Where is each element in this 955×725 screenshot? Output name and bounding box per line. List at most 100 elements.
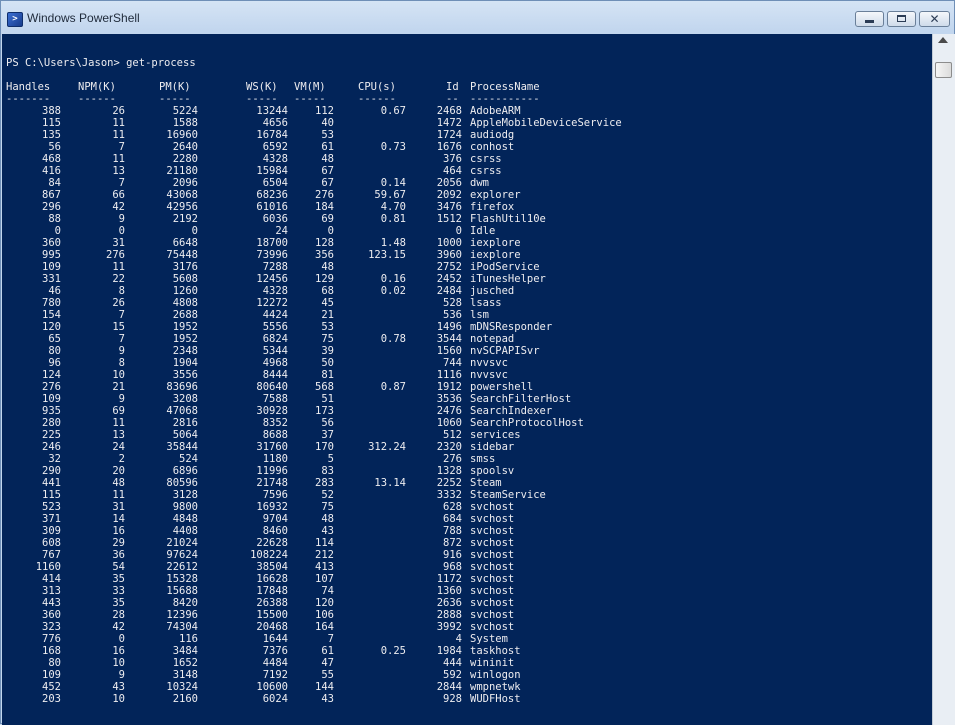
cell-id: 4 (455, 633, 462, 645)
cell-process: nvvsvc (470, 357, 508, 369)
cell-npm: 11 (112, 117, 125, 129)
cell-id: 3960 (436, 249, 462, 261)
cell-process: explorer (470, 189, 521, 201)
cell-process: csrss (470, 153, 502, 165)
cell-npm: 16 (112, 525, 125, 537)
cell-pm: 524 (179, 453, 198, 465)
cell-npm: 11 (112, 417, 125, 429)
cell-ws: 6504 (262, 177, 288, 189)
table-row: 168 16 3484 7376 61 0.25 1984 taskhost (2, 645, 932, 657)
cell-npm: 10 (112, 657, 125, 669)
column-header-cpu: CPU(s) (358, 81, 396, 93)
cell-npm: 7 (118, 141, 125, 153)
header-underline: ------ (358, 93, 396, 105)
cell-id: 276 (443, 453, 462, 465)
minimize-button[interactable] (855, 11, 884, 27)
table-row: 109 9 3208 7588 51 3536 SearchFilterHost (2, 393, 932, 405)
cell-pm: 22612 (166, 561, 198, 573)
cell-npm: 22 (112, 273, 125, 285)
header-underline: ----- (294, 93, 326, 105)
cell-npm: 9 (118, 213, 125, 225)
column-header-handles: Handles (6, 81, 51, 93)
cell-handles: 280 (42, 417, 61, 429)
table-row: 776 0 116 1644 7 4 System (2, 633, 932, 645)
cell-npm: 7 (118, 309, 125, 321)
cell-handles: 276 (42, 381, 61, 393)
column-header-vm: VM(M) (294, 81, 326, 93)
cell-vm: 43 (321, 693, 334, 705)
cell-process: wmpnetwk (470, 681, 521, 693)
cell-vm: 120 (315, 597, 334, 609)
table-row: 323 42 74304 20468 164 3992 svchost (2, 621, 932, 633)
cell-ws: 1644 (262, 633, 288, 645)
cell-id: 1512 (436, 213, 462, 225)
cell-handles: 84 (48, 177, 61, 189)
cell-cpu: 0.81 (380, 213, 406, 225)
cell-npm: 35 (112, 573, 125, 585)
cell-npm: 13 (112, 165, 125, 177)
cell-id: 744 (443, 357, 462, 369)
cell-handles: 416 (42, 165, 61, 177)
cell-ws: 5344 (262, 345, 288, 357)
cell-vm: 212 (315, 549, 334, 561)
cell-process: svchost (470, 573, 515, 585)
cell-id: 3544 (436, 333, 462, 345)
cell-handles: 309 (42, 525, 61, 537)
cell-pm: 35844 (166, 441, 198, 453)
cell-ws: 38504 (256, 561, 288, 573)
cell-ws: 1180 (262, 453, 288, 465)
cell-id: 2888 (436, 609, 462, 621)
table-row: 414 35 15328 16628 107 1172 svchost (2, 573, 932, 585)
powershell-icon[interactable]: > (7, 12, 23, 27)
close-button[interactable]: ✕ (919, 11, 950, 27)
cell-id: 3476 (436, 201, 462, 213)
cell-id: 464 (443, 165, 462, 177)
cell-ws: 12272 (256, 297, 288, 309)
close-icon: ✕ (929, 12, 940, 26)
cell-handles: 331 (42, 273, 61, 285)
table-row: 109 9 3148 7192 55 592 winlogon (2, 669, 932, 681)
cell-pm: 2160 (172, 693, 198, 705)
cell-process: AdobeARM (470, 105, 521, 117)
table-row: 331 22 5608 12456 129 0.16 2452 iTunesHelper (2, 273, 932, 285)
cell-ws: 8460 (262, 525, 288, 537)
cell-cpu: 0.02 (380, 285, 406, 297)
cell-process: System (470, 633, 508, 645)
cell-ws: 7376 (262, 645, 288, 657)
cell-npm: 0 (118, 225, 125, 237)
cell-npm: 31 (112, 237, 125, 249)
console-output[interactable]: PS C:\Users\Jason> get-process Handles --… (2, 34, 932, 725)
cell-ws: 7596 (262, 489, 288, 501)
cell-vm: 128 (315, 237, 334, 249)
cell-vm: 56 (321, 417, 334, 429)
cell-vm: 37 (321, 429, 334, 441)
cell-npm: 16 (112, 645, 125, 657)
cell-pm: 1588 (172, 117, 198, 129)
cell-id: 1000 (436, 237, 462, 249)
cell-process: spoolsv (470, 465, 515, 477)
cell-npm: 11 (112, 129, 125, 141)
cell-cpu: 59.67 (374, 189, 406, 201)
table-row: 371 14 4848 9704 48 684 svchost (2, 513, 932, 525)
cell-handles: 608 (42, 537, 61, 549)
cell-process: sidebar (470, 441, 515, 453)
cell-process: notepad (470, 333, 515, 345)
cell-pm: 2688 (172, 309, 198, 321)
cell-vm: 129 (315, 273, 334, 285)
cell-pm: 2816 (172, 417, 198, 429)
scrollbar-thumb[interactable] (935, 62, 952, 78)
maximize-button[interactable] (887, 11, 916, 27)
cell-pm: 1952 (172, 321, 198, 333)
cell-npm: 9 (118, 393, 125, 405)
cell-npm: 54 (112, 561, 125, 573)
cell-ws: 4656 (262, 117, 288, 129)
scroll-up-arrow-icon[interactable] (938, 37, 948, 43)
window-title: Windows PowerShell (27, 11, 140, 25)
cell-handles: 88 (48, 213, 61, 225)
cell-vm: 7 (327, 633, 334, 645)
cell-npm: 7 (118, 177, 125, 189)
vertical-scrollbar[interactable] (932, 34, 955, 725)
title-bar[interactable]: > Windows PowerShell ✕ (1, 1, 954, 35)
cell-process: FlashUtil10e (470, 213, 546, 225)
cell-pm: 74304 (166, 621, 198, 633)
